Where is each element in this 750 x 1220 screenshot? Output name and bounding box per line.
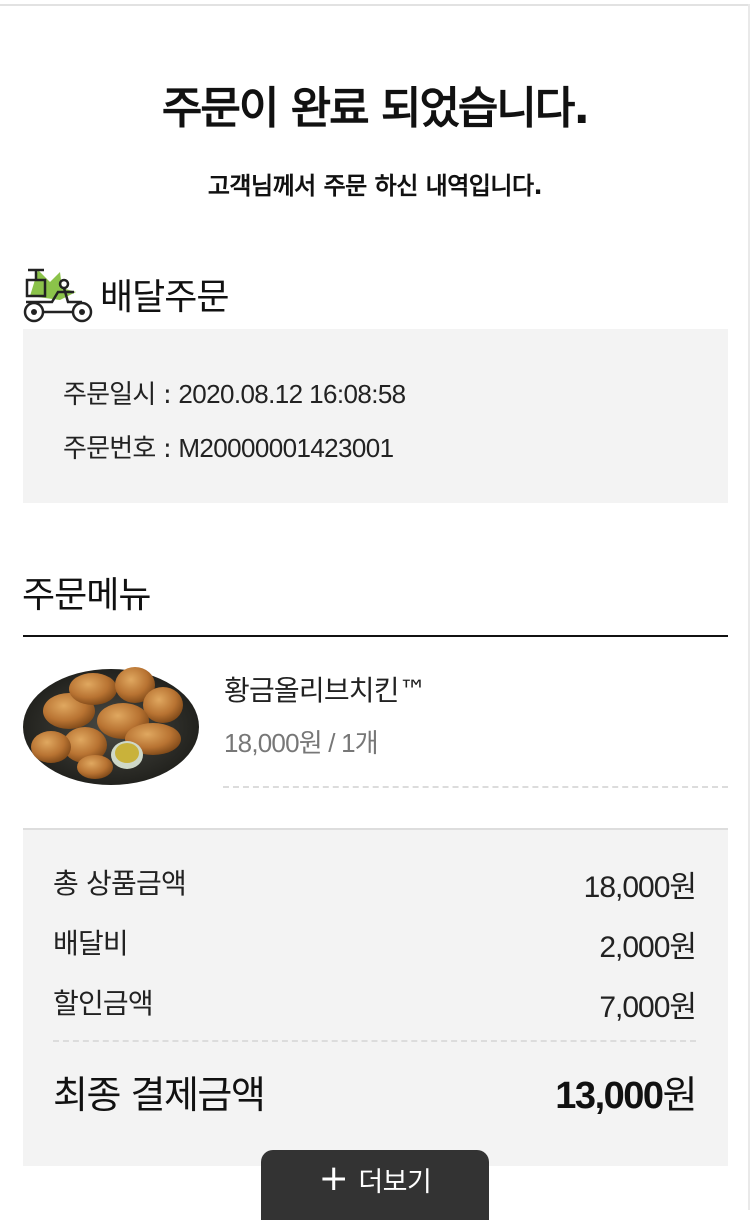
summary-row-delivery-fee: 배달비 2,000원	[53, 922, 697, 966]
summary-label: 할인금액	[53, 987, 154, 1020]
order-menu-divider	[23, 635, 728, 637]
delivery-section-header: 배달주문	[22, 262, 229, 326]
summary-row-subtotal: 총 상품금액 18,000원	[53, 862, 697, 906]
final-amount-unit: 원	[662, 1075, 698, 1117]
summary-amount: 7,000원	[599, 991, 697, 1024]
menu-item-name: 황금올리브치킨™	[224, 674, 427, 707]
menu-item-price: 18,000원 / 1개	[224, 728, 379, 758]
order-number-value: M20000001423001	[178, 433, 394, 463]
final-payment-amount: 13,000원	[555, 1064, 698, 1119]
menu-item-divider	[223, 786, 728, 788]
summary-divider	[53, 1040, 696, 1042]
summary-amount: 2,000원	[599, 931, 697, 964]
order-date-row: 주문일시 : 2020.08.12 16:08:58	[63, 374, 406, 411]
fried-chicken-image	[23, 667, 199, 785]
order-number-label: 주문번호 :	[63, 434, 172, 464]
page-subtitle: 고객님께서 주문 하신 내역입니다.	[207, 172, 543, 200]
order-info-panel: 주문일시 : 2020.08.12 16:08:58 주문번호 : M20000…	[23, 329, 728, 503]
summary-label: 총 상품금액	[53, 867, 187, 900]
final-payment-row: 최종 결제금액 13,000원	[53, 1064, 698, 1119]
summary-label: 배달비	[53, 927, 129, 960]
order-menu-heading: 주문메뉴	[22, 575, 151, 616]
payment-summary-panel: 총 상품금액 18,000원 배달비 2,000원 할인금액 7,000원 최종…	[23, 828, 728, 1166]
plus-icon: +	[318, 1158, 349, 1199]
final-payment-label: 최종 결제금액	[53, 1073, 266, 1117]
order-date-label: 주문일시 :	[63, 380, 172, 410]
final-amount-number: 13,000	[555, 1075, 664, 1117]
order-date-value: 2020.08.12 16:08:58	[178, 379, 406, 409]
delivery-bike-icon	[23, 268, 93, 323]
menu-list-item: 황금올리브치킨™ 18,000원 / 1개	[23, 655, 728, 800]
summary-row-discount: 할인금액 7,000원	[53, 982, 697, 1026]
summary-amount: 18,000원	[583, 871, 697, 904]
top-divider	[0, 4, 750, 6]
delivery-label: 배달주문	[100, 277, 229, 318]
order-number-row: 주문번호 : M20000001423001	[63, 428, 394, 465]
more-button-label: 더보기	[358, 1166, 432, 1198]
page-title: 주문이 완료 되었습니다.	[161, 83, 590, 134]
